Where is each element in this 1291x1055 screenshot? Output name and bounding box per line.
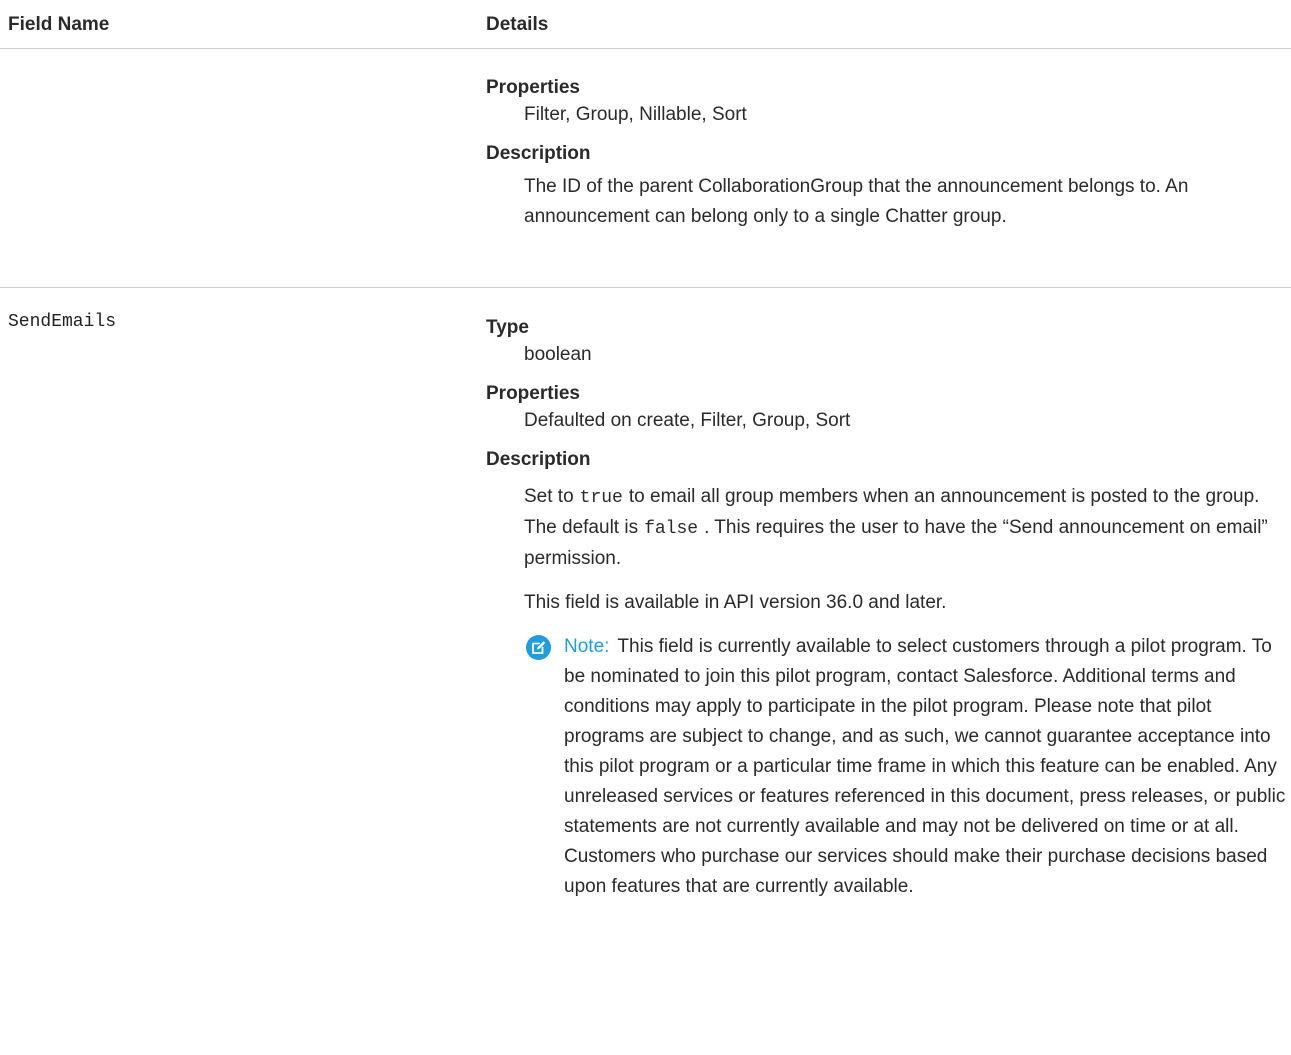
description-text: The ID of the parent CollaborationGroup … (524, 176, 1189, 227)
column-header-field-name: Field Name (8, 14, 110, 35)
description-block: Description Set to true to email all group… (486, 448, 1291, 902)
details-cell: Type boolean Properties Defaulted on cre… (486, 316, 1291, 902)
field-name-cell: SendEmails (8, 312, 117, 332)
table-row: SendEmails Type boolean Properties Defau… (0, 288, 1291, 1055)
properties-block: Properties Filter, Group, Nillable, Sort (486, 76, 1291, 130)
details-cell: Properties Filter, Group, Nillable, Sort… (486, 76, 1291, 244)
type-block: Type boolean (486, 316, 1291, 370)
document-page: Field Name Details Properties Filter, Gr… (0, 0, 1291, 1055)
description-label: Description (486, 143, 591, 164)
code-literal-true: true (579, 488, 623, 508)
description-text-part: Set to (524, 486, 574, 507)
code-literal-false: false (644, 519, 699, 539)
note-label: Note: (564, 636, 610, 657)
note-callout: Note: This field is currently available t… (486, 632, 1291, 902)
type-label: Type (486, 317, 529, 338)
note-text: This field is currently available to sel… (564, 636, 1286, 897)
type-value: boolean (524, 344, 592, 365)
properties-label: Properties (486, 77, 580, 98)
edit-note-icon (526, 635, 551, 660)
description-text: Set to true to email all group members whe… (486, 482, 1291, 574)
table-row: Properties Filter, Group, Nillable, Sort… (0, 49, 1291, 288)
properties-value: Defaulted on create, Filter, Group, Sort (524, 410, 851, 431)
description-label: Description (486, 449, 591, 470)
properties-block: Properties Defaulted on create, Filter, … (486, 382, 1291, 436)
availability-text: This field is available in API version 3… (524, 592, 947, 613)
properties-value: Filter, Group, Nillable, Sort (524, 104, 747, 125)
description-block: Description The ID of the parent Collabo… (486, 142, 1291, 232)
column-header-details: Details (486, 14, 549, 35)
properties-label: Properties (486, 383, 580, 404)
table-header: Field Name Details (0, 0, 1291, 49)
